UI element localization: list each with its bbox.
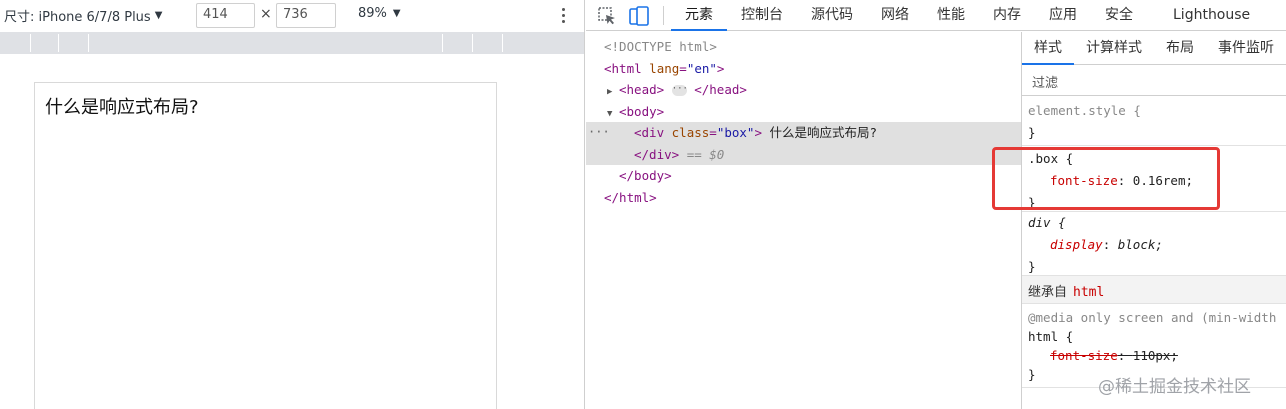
tab-console[interactable]: 控制台 bbox=[727, 0, 797, 31]
body-close-tag: </body> bbox=[619, 168, 672, 183]
caret-down-icon: ▼ bbox=[154, 10, 163, 21]
css-declaration-overridden[interactable]: font-size: 110px; bbox=[1028, 346, 1286, 365]
tab-performance[interactable]: 性能 bbox=[923, 0, 979, 31]
div-text-content: 什么是响应式布局? bbox=[769, 125, 878, 140]
tab-network[interactable]: 网络 bbox=[867, 0, 923, 31]
elements-dom-tree: <!DOCTYPE html> <html lang="en"> ▶ <head>… bbox=[586, 32, 1021, 409]
row-menu-icon[interactable]: ··· bbox=[588, 122, 610, 144]
media-query-bar[interactable] bbox=[0, 32, 584, 54]
selected-node-marker: == $0 bbox=[686, 146, 725, 162]
rule-selector: element.style { bbox=[1028, 103, 1141, 118]
div-attr-value: "box" bbox=[716, 125, 755, 140]
media-query-marker[interactable] bbox=[30, 34, 31, 52]
page-frame: 什么是响应式布局? bbox=[34, 82, 497, 409]
media-query-marker[interactable] bbox=[502, 34, 503, 52]
tab-event-listeners[interactable]: 事件监听 bbox=[1206, 32, 1286, 65]
device-emulation-pane: 尺寸: iPhone 6/7/8 Plus ▼ 414 × 736 89% ▼ … bbox=[0, 0, 585, 409]
dom-node-head[interactable]: ▶ <head> ··· </head> bbox=[586, 79, 1021, 101]
doctype-text: <!DOCTYPE html> bbox=[604, 39, 717, 54]
devtools-tabs: 元素 控制台 源代码 网络 性能 内存 应用 安全 Lighthouse bbox=[671, 0, 1264, 31]
dom-node-html[interactable]: <html lang="en"> bbox=[586, 58, 1021, 80]
tab-layout[interactable]: 布局 bbox=[1154, 32, 1206, 65]
styles-filter-input[interactable]: 过滤 bbox=[1022, 65, 1286, 96]
devtools-toolbar: 元素 控制台 源代码 网络 性能 内存 应用 安全 Lighthouse bbox=[586, 0, 1286, 31]
rule-close-brace: } bbox=[1028, 259, 1036, 274]
dom-node-div-close[interactable]: </div> == $0 bbox=[586, 143, 1021, 165]
tab-elements[interactable]: 元素 bbox=[671, 0, 727, 31]
html-attr-name: lang bbox=[649, 60, 680, 76]
div-attr-name: class bbox=[671, 125, 710, 140]
rule-close-brace: } bbox=[1028, 125, 1036, 140]
width-input[interactable]: 414 bbox=[196, 3, 255, 28]
times-symbol: × bbox=[260, 6, 272, 22]
dom-node-doctype[interactable]: <!DOCTYPE html> bbox=[586, 36, 1021, 58]
device-label: 尺寸: iPhone 6/7/8 Plus bbox=[4, 10, 151, 25]
tab-lighthouse[interactable]: Lighthouse bbox=[1147, 0, 1264, 31]
inherited-label: 继承自 bbox=[1028, 285, 1068, 300]
rule-close-brace: } bbox=[1028, 195, 1036, 210]
rule-div[interactable]: div { display: block; } bbox=[1022, 212, 1286, 276]
html-close-tag: </html> bbox=[604, 189, 657, 205]
html-attr-value: "en" bbox=[686, 60, 717, 76]
toolbar-separator bbox=[663, 6, 664, 25]
inherited-from-header: 继承自 html bbox=[1022, 276, 1286, 304]
head-close-tag: </head> bbox=[694, 82, 747, 97]
inspect-element-icon[interactable] bbox=[596, 5, 618, 27]
device-select[interactable]: 尺寸: iPhone 6/7/8 Plus ▼ bbox=[4, 6, 162, 25]
div-open-tag: <div bbox=[634, 125, 665, 140]
tab-security[interactable]: 安全 bbox=[1091, 0, 1147, 31]
inherited-tag-link[interactable]: html bbox=[1073, 285, 1104, 300]
collapsed-children-icon[interactable]: ··· bbox=[671, 85, 688, 96]
dom-node-html-close[interactable]: </html> bbox=[586, 187, 1021, 209]
dom-node-div-box-selected[interactable]: ··· <div class="box"> 什么是响应式布局? bbox=[586, 122, 1021, 144]
more-options-icon[interactable] bbox=[555, 3, 571, 27]
css-property-name: font-size bbox=[1050, 348, 1118, 363]
dom-node-body-close[interactable]: </body> bbox=[586, 165, 1021, 187]
dom-node-body[interactable]: ▼ <body> bbox=[586, 101, 1021, 123]
tab-styles[interactable]: 样式 bbox=[1022, 32, 1074, 65]
rule-box[interactable]: .box { font-size: 0.16rem; } bbox=[1022, 146, 1286, 212]
html-open-tag: <html bbox=[604, 60, 642, 76]
media-query-marker[interactable] bbox=[472, 34, 473, 52]
media-query-text: @media only screen and (min-width bbox=[1028, 310, 1277, 325]
div-close-tag: </div> bbox=[634, 146, 680, 162]
rule-element-style[interactable]: element.style { } bbox=[1022, 98, 1286, 146]
media-query-marker[interactable] bbox=[58, 34, 59, 52]
head-open-tag: <head> bbox=[619, 82, 665, 97]
tab-computed[interactable]: 计算样式 bbox=[1074, 32, 1154, 65]
tab-application[interactable]: 应用 bbox=[1035, 0, 1091, 31]
css-declaration[interactable]: font-size: 0.16rem; bbox=[1028, 170, 1286, 192]
styles-sidebar: 样式 计算样式 布局 事件监听 过滤 element.style { } .bo… bbox=[1021, 32, 1286, 409]
tab-memory[interactable]: 内存 bbox=[979, 0, 1035, 31]
device-toolbar: 尺寸: iPhone 6/7/8 Plus ▼ 414 × 736 89% ▼ bbox=[0, 0, 584, 32]
styles-tabs: 样式 计算样式 布局 事件监听 bbox=[1022, 32, 1286, 65]
height-input[interactable]: 736 bbox=[276, 3, 336, 28]
rule-selector: div { bbox=[1028, 215, 1066, 230]
css-property-value: 0.16rem; bbox=[1132, 173, 1194, 188]
caret-down-icon: ▼ bbox=[392, 8, 401, 19]
watermark-text: @稀土掘金技术社区 bbox=[1098, 377, 1251, 397]
media-query-marker[interactable] bbox=[88, 34, 89, 52]
css-property-value: 110px; bbox=[1132, 348, 1178, 363]
zoom-label: 89% bbox=[358, 6, 387, 21]
rule-selector: .box { bbox=[1028, 151, 1074, 166]
tab-sources[interactable]: 源代码 bbox=[797, 0, 867, 31]
zoom-select[interactable]: 89% ▼ bbox=[358, 6, 401, 21]
page-box-text: 什么是响应式布局? bbox=[45, 97, 199, 118]
rule-selector: html { bbox=[1028, 329, 1074, 344]
emulated-viewport: 什么是响应式布局? bbox=[0, 54, 584, 409]
css-property-value: block; bbox=[1117, 237, 1163, 252]
css-property-name: font-size bbox=[1050, 173, 1118, 188]
body-open-tag: <body> bbox=[619, 103, 665, 119]
device-toggle-icon[interactable] bbox=[628, 5, 650, 27]
css-declaration: display: block; bbox=[1050, 237, 1163, 252]
media-query-marker[interactable] bbox=[442, 34, 443, 52]
css-property-name: display bbox=[1050, 237, 1103, 252]
